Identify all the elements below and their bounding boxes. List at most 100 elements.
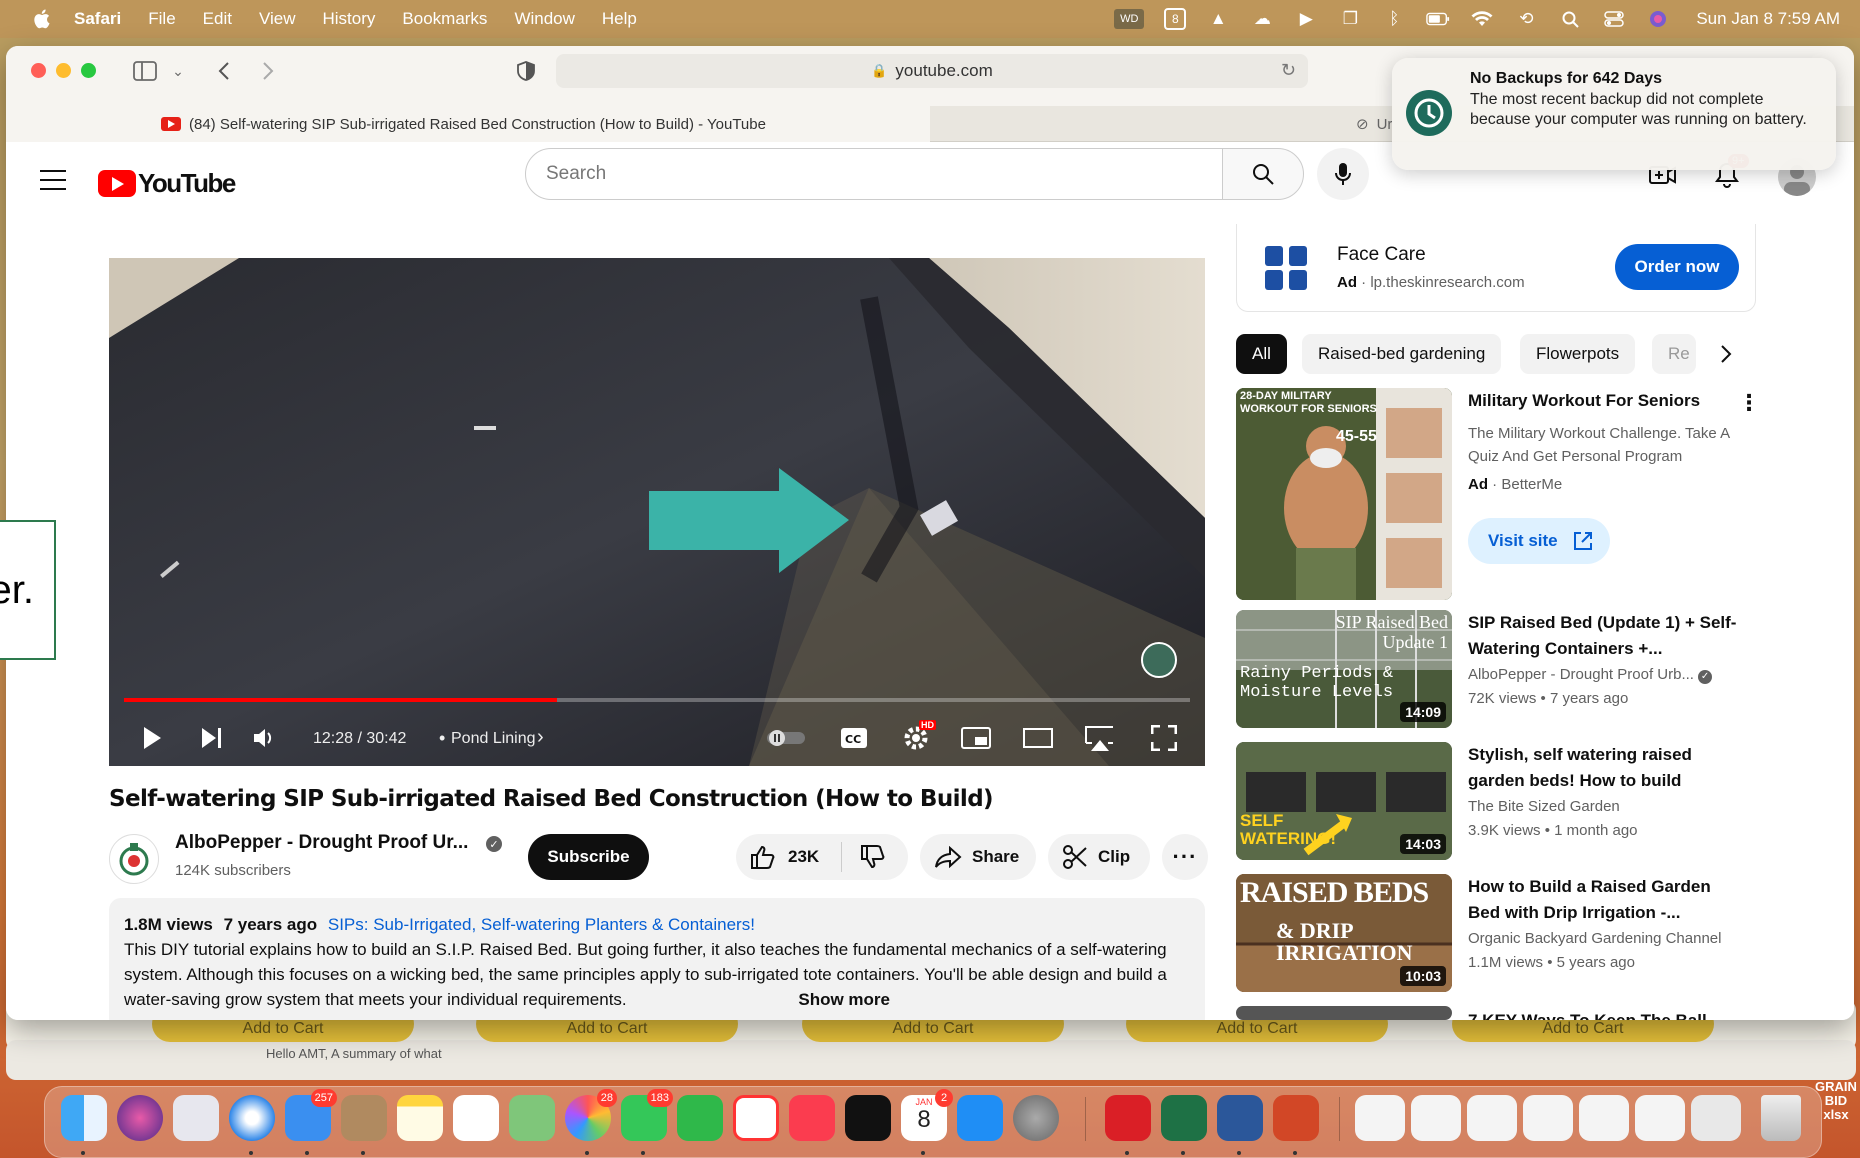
messages-icon[interactable]: 183: [621, 1089, 673, 1141]
forward-button[interactable]: [256, 58, 280, 84]
more-vertical-icon[interactable]: ⋮: [1738, 390, 1760, 416]
captions-icon[interactable]: CC: [839, 724, 869, 752]
more-actions-button[interactable]: ···: [1162, 834, 1208, 880]
wifi-icon[interactable]: [1470, 9, 1494, 29]
minimize-window-button[interactable]: [56, 63, 71, 78]
excel-icon[interactable]: [1161, 1095, 1207, 1141]
show-more-button[interactable]: Show more: [790, 987, 890, 1012]
notes-icon[interactable]: [397, 1095, 443, 1141]
bluetooth-icon[interactable]: ᛒ: [1382, 9, 1406, 29]
menu-window[interactable]: Window: [514, 9, 574, 29]
launchpad-icon[interactable]: [173, 1095, 219, 1141]
desktop-file-label[interactable]: GRAIN BID xlsx: [1814, 1080, 1858, 1122]
finder-icon[interactable]: [61, 1095, 107, 1141]
siri-icon[interactable]: [1646, 9, 1670, 29]
recommendation-item[interactable]: SELF WATERING! 14:03 Stylish, self water…: [1236, 742, 1756, 866]
word-icon[interactable]: [1217, 1095, 1263, 1141]
recommendation-title[interactable]: SIP Raised Bed (Update 1) + Self-Waterin…: [1468, 610, 1738, 662]
menu-help[interactable]: Help: [602, 9, 637, 29]
recommendation-item[interactable]: SIP Raised Bed Update 1 Rainy Periods & …: [1236, 610, 1756, 734]
chapter-title[interactable]: Pond Lining: [451, 730, 536, 748]
next-video-icon[interactable]: [197, 724, 227, 752]
search-input[interactable]: Search: [525, 148, 1223, 200]
video-thumbnail[interactable]: RAISED BEDS & DRIP IRRIGATION 10:03: [1236, 874, 1452, 992]
recommendation-title[interactable]: Military Workout For Seniors: [1468, 388, 1738, 414]
chip-overflow[interactable]: Re: [1652, 334, 1696, 374]
channel-avatar[interactable]: [109, 834, 159, 884]
address-bar[interactable]: 🔒 youtube.com ↻: [556, 54, 1308, 88]
minimized-window-thumbnail[interactable]: [1523, 1095, 1573, 1141]
apple-menu-icon[interactable]: [32, 8, 54, 30]
control-center-icon[interactable]: [1602, 9, 1626, 29]
recommendation-title[interactable]: How to Build a Raised Garden Bed with Dr…: [1468, 874, 1738, 926]
recommendation-item[interactable]: 7 KEY Ways To Keep The Ball...: [1236, 1006, 1756, 1020]
minimized-window-thumbnail[interactable]: [1579, 1095, 1629, 1141]
menu-view[interactable]: View: [259, 9, 296, 29]
wd-drive-icon[interactable]: WD: [1114, 9, 1145, 29]
apple-tv-icon[interactable]: [845, 1095, 891, 1141]
back-button[interactable]: [212, 58, 236, 84]
powerpoint-icon[interactable]: [1273, 1095, 1319, 1141]
contacts-icon[interactable]: [341, 1095, 387, 1141]
recommendation-item[interactable]: RAISED BEDS & DRIP IRRIGATION 10:03 How …: [1236, 874, 1756, 998]
minimized-window-thumbnail[interactable]: [1467, 1095, 1517, 1141]
chip-all[interactable]: All: [1236, 334, 1287, 374]
share-button[interactable]: Share: [920, 834, 1036, 880]
minimized-window-thumbnail[interactable]: [1635, 1095, 1685, 1141]
warning-icon[interactable]: ▲: [1206, 9, 1230, 29]
trash-icon[interactable]: [1761, 1095, 1801, 1141]
video-thumbnail[interactable]: SIP Raised Bed Update 1 Rainy Periods & …: [1236, 610, 1452, 728]
fullscreen-icon[interactable]: [1149, 724, 1179, 752]
backup-notification[interactable]: No Backups for 642 Days The most recent …: [1392, 58, 1836, 170]
privacy-shield-icon[interactable]: [514, 58, 538, 84]
playlist-link[interactable]: SIPs: Sub-Irrigated, Self-watering Plant…: [328, 915, 755, 934]
close-window-button[interactable]: [31, 63, 46, 78]
freeform-icon[interactable]: [453, 1095, 499, 1141]
subscribe-button[interactable]: Subscribe: [528, 834, 649, 880]
tab-youtube[interactable]: (84) Self-watering SIP Sub-irrigated Rai…: [6, 106, 930, 142]
music-icon[interactable]: [789, 1095, 835, 1141]
channel-name[interactable]: AlboPepper - Drought Proof Ur...: [175, 832, 468, 854]
play-icon[interactable]: [137, 724, 167, 752]
description-box[interactable]: 1.8M views 7 years ago SIPs: Sub-Irrigat…: [109, 898, 1205, 1020]
recommendation-title[interactable]: 7 KEY Ways To Keep The Ball...: [1468, 1008, 1738, 1020]
spotlight-search-icon[interactable]: [1558, 9, 1582, 29]
video-thumbnail[interactable]: 28-DAY MILITARY WORKOUT FOR SENIORS 45-5…: [1236, 388, 1452, 600]
menu-bookmarks[interactable]: Bookmarks: [402, 9, 487, 29]
minimized-window-thumbnail[interactable]: [1355, 1095, 1405, 1141]
miniplayer-icon[interactable]: [961, 724, 991, 752]
autoplay-toggle[interactable]: [765, 724, 807, 752]
airplay-icon[interactable]: [1083, 724, 1113, 752]
siri-app-icon[interactable]: [117, 1095, 163, 1141]
sidebar-ad-card[interactable]: Face Care Ad · lp.theskinresearch.com Or…: [1236, 224, 1756, 312]
recommendation-ad[interactable]: 28-DAY MILITARY WORKOUT FOR SENIORS 45-5…: [1236, 388, 1760, 606]
facetime-icon[interactable]: [677, 1095, 723, 1141]
video-player[interactable]: 12:28 / 30:42 • Pond Lining › CC HD: [109, 258, 1205, 766]
maps-icon[interactable]: [509, 1095, 555, 1141]
menu-history[interactable]: History: [323, 9, 376, 29]
order-now-button[interactable]: Order now: [1615, 244, 1739, 290]
menu-app-name[interactable]: Safari: [74, 9, 121, 29]
chip-flowerpots[interactable]: Flowerpots: [1520, 334, 1636, 374]
video-thumbnail[interactable]: SELF WATERING! 14:03: [1236, 742, 1452, 860]
menu-file[interactable]: File: [148, 9, 175, 29]
clip-button[interactable]: Clip: [1048, 834, 1150, 880]
calendar-icon[interactable]: JAN 8 2: [901, 1089, 953, 1141]
window-stack-icon[interactable]: ❐: [1338, 9, 1362, 29]
photos-icon[interactable]: 28: [565, 1089, 617, 1141]
creative-cloud-icon[interactable]: ☁: [1250, 9, 1274, 29]
hamburger-menu-icon[interactable]: [40, 170, 66, 192]
voice-search-button[interactable]: [1317, 148, 1369, 200]
theater-mode-icon[interactable]: [1023, 724, 1053, 752]
menu-clock[interactable]: Sun Jan 8 7:59 AM: [1696, 9, 1840, 29]
video-thumbnail[interactable]: [1236, 1006, 1452, 1020]
visit-site-button[interactable]: Visit site: [1468, 518, 1610, 564]
app-store-icon[interactable]: [957, 1095, 1003, 1141]
chevron-down-icon[interactable]: ⌄: [170, 58, 186, 84]
reload-icon[interactable]: ↻: [1281, 60, 1296, 81]
search-button[interactable]: [1222, 148, 1304, 200]
minimized-window-thumbnail[interactable]: [1411, 1095, 1461, 1141]
volume-icon[interactable]: [249, 724, 279, 752]
chip-raised-bed-gardening[interactable]: Raised-bed gardening: [1302, 334, 1502, 374]
like-button[interactable]: 23K: [736, 842, 842, 872]
